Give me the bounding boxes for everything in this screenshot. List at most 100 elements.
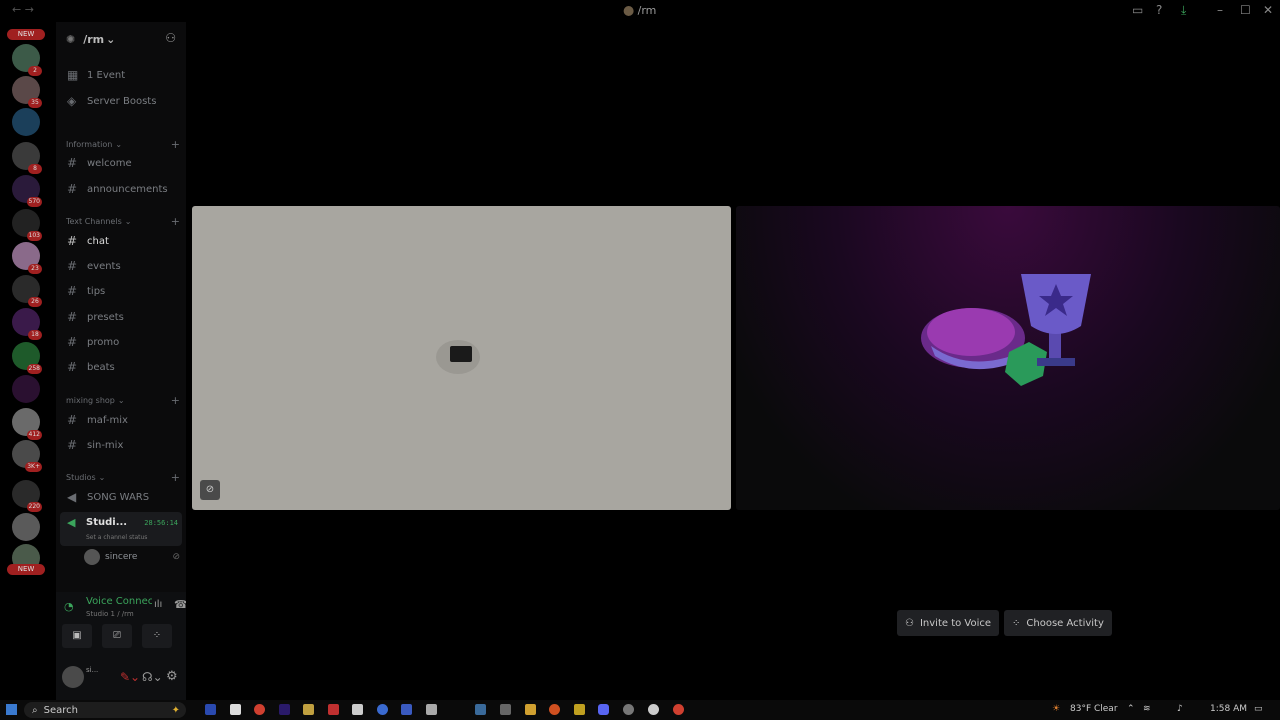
app-icon[interactable] xyxy=(377,704,388,715)
channel-sidebar: ✺ /rm ⌄ ⚇ ▦ 1 Event ◈ Server Boosts Informa… xyxy=(56,22,188,700)
channel-promo[interactable]: # promo xyxy=(64,332,180,352)
premiere-icon[interactable] xyxy=(279,704,290,715)
channel-events[interactable]: # events xyxy=(64,256,180,276)
category-mixing-shop[interactable]: mixing shop ⌄ + xyxy=(66,393,180,407)
server-icon[interactable]: 8 xyxy=(12,142,42,174)
back-arrow-icon[interactable]: ← → xyxy=(12,3,34,16)
add-channel-icon[interactable]: + xyxy=(171,215,180,228)
server-icon[interactable]: 103 xyxy=(12,209,42,241)
server-icon[interactable]: 18 xyxy=(12,308,42,340)
hash-icon: # xyxy=(67,284,78,298)
app-icon[interactable] xyxy=(549,704,560,715)
channel-beats[interactable]: # beats xyxy=(64,357,180,377)
server-icon[interactable]: 220 xyxy=(12,480,42,512)
wifi-icon[interactable]: ≋ xyxy=(1143,704,1151,714)
mute-button[interactable]: ✎⌄ xyxy=(120,670,140,684)
steam-icon[interactable] xyxy=(475,704,486,715)
add-member-icon[interactable]: ⚇ xyxy=(165,31,176,45)
server-icon[interactable]: 35 xyxy=(12,76,42,108)
category-studios[interactable]: Studios ⌄ + xyxy=(66,470,180,484)
clock[interactable]: 1:58 AM xyxy=(1210,704,1247,714)
server-icon[interactable]: 26 xyxy=(12,275,42,307)
headphones-button[interactable]: ☊⌄ xyxy=(142,670,163,684)
add-channel-icon[interactable]: + xyxy=(171,471,180,484)
video-tile[interactable]: ⊘ xyxy=(192,206,731,510)
channel-presets[interactable]: # presets xyxy=(64,307,180,327)
lock-icon[interactable] xyxy=(303,704,314,715)
choose-activity-button[interactable]: ⁘ Choose Activity xyxy=(1004,610,1112,636)
app-icon[interactable] xyxy=(328,704,339,715)
user-panel: si... ✎⌄ ☊⌄ ⚙ xyxy=(56,658,186,700)
app-icon[interactable] xyxy=(426,704,437,715)
server-icon[interactable]: 23 xyxy=(12,242,42,274)
search-icon: ⌕ xyxy=(32,704,38,716)
settings-gear-icon[interactable]: ⚙ xyxy=(166,669,178,684)
taskbar-search[interactable]: ⌕ Search ✦ xyxy=(24,702,186,718)
camera-button[interactable]: ▣ xyxy=(62,624,92,648)
help-icon[interactable]: ? xyxy=(1156,3,1162,17)
maximize-button[interactable]: ☐ xyxy=(1240,3,1251,17)
participant-avatar xyxy=(436,340,480,374)
windows-start-icon[interactable] xyxy=(6,704,17,715)
discord-icon[interactable] xyxy=(598,704,609,715)
channel-chat[interactable]: # chat xyxy=(64,231,180,251)
server-icon[interactable] xyxy=(12,375,40,403)
inbox-icon[interactable]: ▭ xyxy=(1132,3,1143,17)
media-player-icon[interactable] xyxy=(648,704,659,715)
notification-icon[interactable]: ▭ xyxy=(1254,704,1263,714)
channel-sin-mix[interactable]: # sin-mix xyxy=(64,435,180,455)
folder-icon[interactable] xyxy=(525,704,536,715)
screen-share-button[interactable]: ⎚ xyxy=(102,624,132,648)
server-icon[interactable]: 412 xyxy=(12,408,42,440)
username[interactable]: si... xyxy=(86,666,98,674)
download-icon[interactable]: ⤓ xyxy=(1181,3,1186,18)
voice-stage: ⊘ ⚇ Invite to Voice ⁘ Choose Activity xyxy=(186,22,1280,700)
voice-location[interactable]: Studio 1 / /rm xyxy=(86,610,134,618)
server-icon[interactable] xyxy=(12,513,40,541)
chrome-icon[interactable] xyxy=(673,704,684,715)
voice-timer: 28:56:14 xyxy=(144,519,178,527)
channel-welcome[interactable]: # welcome xyxy=(64,153,180,173)
voice-member[interactable]: sincere ⊘ xyxy=(84,548,180,566)
weather-icon[interactable]: ☀ xyxy=(1052,704,1060,714)
category-text-channels[interactable]: Text Channels ⌄ + xyxy=(66,214,180,228)
server-header[interactable]: ✺ /rm ⌄ ⚇ xyxy=(56,22,186,56)
app-icon[interactable] xyxy=(574,704,585,715)
server-icon[interactable]: 570 xyxy=(12,175,42,207)
app-icon[interactable] xyxy=(623,704,634,715)
noise-suppression-icon[interactable]: ılı xyxy=(154,599,162,610)
cloud-icon[interactable] xyxy=(352,704,363,715)
weather-text[interactable]: 83°F Clear xyxy=(1070,704,1118,714)
server-icon[interactable]: 3K+ xyxy=(12,440,42,472)
file-icon[interactable] xyxy=(230,704,241,715)
mail-icon[interactable] xyxy=(401,704,412,715)
channel-tips[interactable]: # tips xyxy=(64,281,180,301)
invite-to-voice-button[interactable]: ⚇ Invite to Voice xyxy=(897,610,1000,636)
microphone-icon[interactable]: ♪ xyxy=(1177,704,1183,714)
muted-icon: ⊘ xyxy=(172,552,180,562)
chrome-icon[interactable] xyxy=(254,704,265,715)
voice-status[interactable]: Voice Connected xyxy=(86,596,152,607)
channel-status[interactable]: Set a channel status xyxy=(86,534,147,541)
speaker-icon: ◀ xyxy=(67,516,76,529)
server-boosts-link[interactable]: ◈ Server Boosts xyxy=(64,91,180,111)
hash-icon: # xyxy=(67,438,78,452)
close-button[interactable]: ✕ xyxy=(1263,3,1273,17)
tray-chevron-icon[interactable]: ⌃ xyxy=(1127,704,1135,714)
add-channel-icon[interactable]: + xyxy=(171,394,180,407)
app-icon[interactable] xyxy=(500,704,511,715)
server-icon[interactable] xyxy=(12,108,40,136)
voice-channel-studio-1[interactable]: ◀ Studi... 28:56:14 Set a channel status xyxy=(60,512,182,546)
server-icon[interactable]: 2 xyxy=(12,44,42,76)
minimize-button[interactable]: – xyxy=(1217,3,1223,17)
add-channel-icon[interactable]: + xyxy=(171,138,180,151)
taskview-icon[interactable] xyxy=(205,704,216,715)
activity-button[interactable]: ⁘ xyxy=(142,624,172,648)
category-information[interactable]: Information ⌄ + xyxy=(66,137,180,151)
avatar[interactable] xyxy=(62,666,84,688)
channel-maf-mix[interactable]: # maf-mix xyxy=(64,410,180,430)
channel-announcements[interactable]: # announcements xyxy=(64,179,180,199)
channel-song-wars[interactable]: ◀ SONG WARS xyxy=(64,487,180,507)
events-link[interactable]: ▦ 1 Event xyxy=(64,65,180,85)
server-icon[interactable]: 258 xyxy=(12,342,42,374)
